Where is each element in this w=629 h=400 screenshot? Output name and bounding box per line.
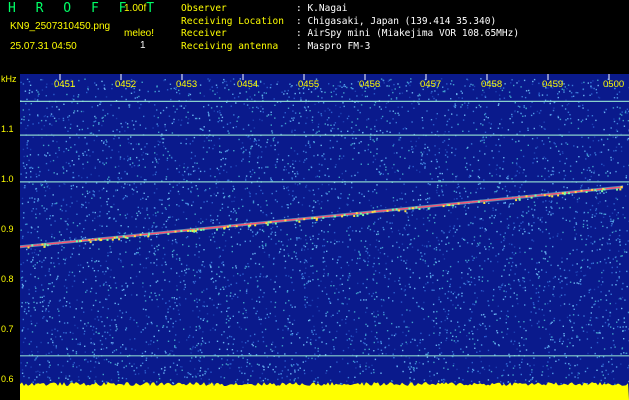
header-panel: H R O F F T 1.00f KN9_2507310450.png 25.… — [0, 0, 629, 74]
y-tick-label: 1.1 — [1, 124, 14, 134]
x-tick-label: 0458 — [481, 79, 503, 90]
x-tick-label: 0451 — [54, 79, 76, 90]
x-tick-label: 0457 — [420, 79, 442, 90]
info-row-location: Receiving Location: Chigasaki, Japan (13… — [181, 15, 497, 27]
meleo-value: 1 — [140, 40, 146, 51]
noise-floor — [20, 382, 629, 400]
x-tick-label: 0454 — [237, 79, 259, 90]
y-axis-unit: kHz — [1, 74, 17, 84]
y-tick-label: 0.6 — [1, 374, 14, 384]
info-row-observer: Observer: K.Nagai — [181, 3, 348, 14]
y-axis: kHz 1.1 1.0 0.9 0.8 0.7 0.6 — [0, 74, 20, 400]
y-tick-label: 1.0 — [1, 174, 14, 184]
y-tick-label: 0.9 — [1, 224, 14, 234]
image-filename: KN9_2507310450.png — [10, 21, 111, 32]
info-row-receiver: Receiver: AirSpy mini (Miakejima VOR 108… — [181, 28, 520, 40]
spectrogram-svg — [20, 74, 629, 400]
x-tick-label: 0500 — [603, 79, 625, 90]
y-tick-label: 0.8 — [1, 274, 14, 284]
spectrogram-plot — [20, 74, 629, 400]
y-tick-label: 0.7 — [1, 324, 14, 334]
x-tick-label: 0456 — [359, 79, 381, 90]
x-tick-label: 0453 — [176, 79, 198, 90]
x-tick-label: 0455 — [298, 79, 320, 90]
x-tick-label: 0452 — [115, 79, 137, 90]
meleo-label: meleo! — [124, 28, 155, 39]
info-row-antenna: Receiving antenna: Maspro FM-3 — [181, 40, 371, 52]
app-version: 1.00f — [124, 3, 147, 14]
image-datetime: 25.07.31 04:50 — [10, 41, 77, 52]
station-info: Observer: K.Nagai Receiving Location: Ch… — [181, 3, 519, 53]
x-tick-label: 0459 — [542, 79, 564, 90]
